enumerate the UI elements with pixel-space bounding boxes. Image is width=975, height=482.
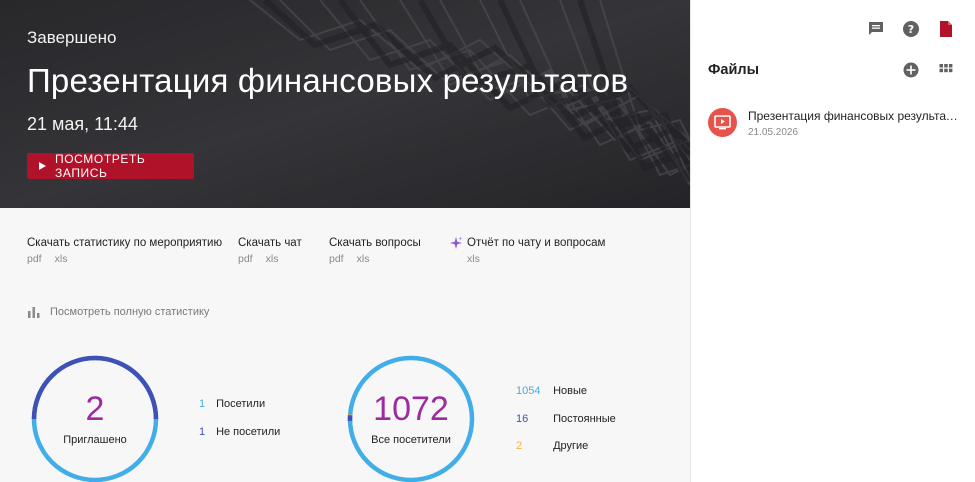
download-pdf-link[interactable]: pdf <box>238 253 253 265</box>
grid-view-icon[interactable] <box>937 61 955 79</box>
visitors-label: Все посетители <box>371 434 451 446</box>
invited-ring-chart: 2 Приглашено <box>30 354 160 482</box>
files-heading: Файлы <box>708 62 759 78</box>
legend-item: 16 Постоянные <box>516 413 616 425</box>
invited-label: Приглашено <box>63 434 127 446</box>
visitors-total: 1072 <box>373 390 449 428</box>
legend-value: 1054 <box>516 385 541 397</box>
download-xls-link[interactable]: xls <box>55 253 68 265</box>
help-icon[interactable]: ? <box>902 20 920 38</box>
file-list-item[interactable]: Презентация финансовых результатов 21.05… <box>708 106 963 146</box>
visitors-ring-chart: 1072 Все посетители <box>346 354 476 482</box>
download-event-stats: Скачать статистику по мероприятию pdf xl… <box>27 237 222 265</box>
event-statistics: Скачать статистику по мероприятию pdf xl… <box>0 208 690 482</box>
event-status: Завершено <box>27 28 117 47</box>
sparkle-icon <box>450 236 463 249</box>
files-sidebar: ? Файлы Презентация финансовых результат… <box>690 0 975 482</box>
legend-label: Не посетили <box>216 426 281 438</box>
legend-item: 2 Другие <box>516 440 588 452</box>
download-title: Скачать вопросы <box>329 237 421 249</box>
file-name: Презентация финансовых результатов <box>748 109 963 123</box>
watch-recording-label: ПОСМОТРЕТЬ ЗАПИСЬ <box>55 152 146 180</box>
legend-value: 2 <box>516 440 523 452</box>
legend-value: 1 <box>199 398 206 410</box>
invited-total: 2 <box>85 390 105 428</box>
sidebar-toolbar: ? <box>867 20 955 38</box>
svg-text:?: ? <box>908 23 914 36</box>
document-icon[interactable] <box>937 20 955 38</box>
watch-recording-button[interactable]: ПОСМОТРЕТЬ ЗАПИСЬ <box>27 152 194 180</box>
download-questions: Скачать вопросы pdf xls <box>329 237 421 265</box>
download-xls-link[interactable]: xls <box>357 253 370 265</box>
download-chat: Скачать чат pdf xls <box>238 237 302 265</box>
event-date: 21 мая, 11:44 <box>27 114 138 134</box>
download-pdf-link[interactable]: pdf <box>329 253 344 265</box>
file-date: 21.05.2026 <box>748 127 799 138</box>
download-xls-link[interactable]: xls <box>266 253 279 265</box>
legend-value: 1 <box>199 426 206 438</box>
download-title: Скачать статистику по мероприятию <box>27 237 223 249</box>
bar-chart-icon <box>28 307 40 318</box>
event-hero: Завершено Презентация финансовых результ… <box>0 0 690 208</box>
download-title: Отчёт по чату и вопросам <box>467 237 606 249</box>
chat-questions-report: Отчёт по чату и вопросам xls <box>449 236 606 265</box>
add-file-icon[interactable] <box>902 61 920 79</box>
download-xls-link[interactable]: xls <box>467 253 480 265</box>
legend-value: 16 <box>516 413 529 425</box>
legend-label: Новые <box>553 385 587 397</box>
legend-item: 1 Посетили <box>199 398 265 410</box>
legend-item: 1 Не посетили <box>199 426 280 438</box>
view-full-statistics-link[interactable]: Посмотреть полную статистику <box>27 305 209 319</box>
view-full-statistics-label: Посмотреть полную статистику <box>50 306 210 318</box>
files-actions <box>902 61 955 79</box>
download-title: Скачать чат <box>238 237 302 249</box>
play-icon <box>39 162 46 170</box>
legend-item: 1054 Новые <box>516 385 587 397</box>
legend-label: Посетили <box>216 398 266 410</box>
chat-icon[interactable] <box>867 20 885 38</box>
legend-label: Другие <box>553 440 589 452</box>
video-file-icon <box>708 108 737 137</box>
legend-label: Постоянные <box>553 413 616 425</box>
download-pdf-link[interactable]: pdf <box>27 253 42 265</box>
event-title: Презентация финансовых результатов <box>27 62 629 99</box>
